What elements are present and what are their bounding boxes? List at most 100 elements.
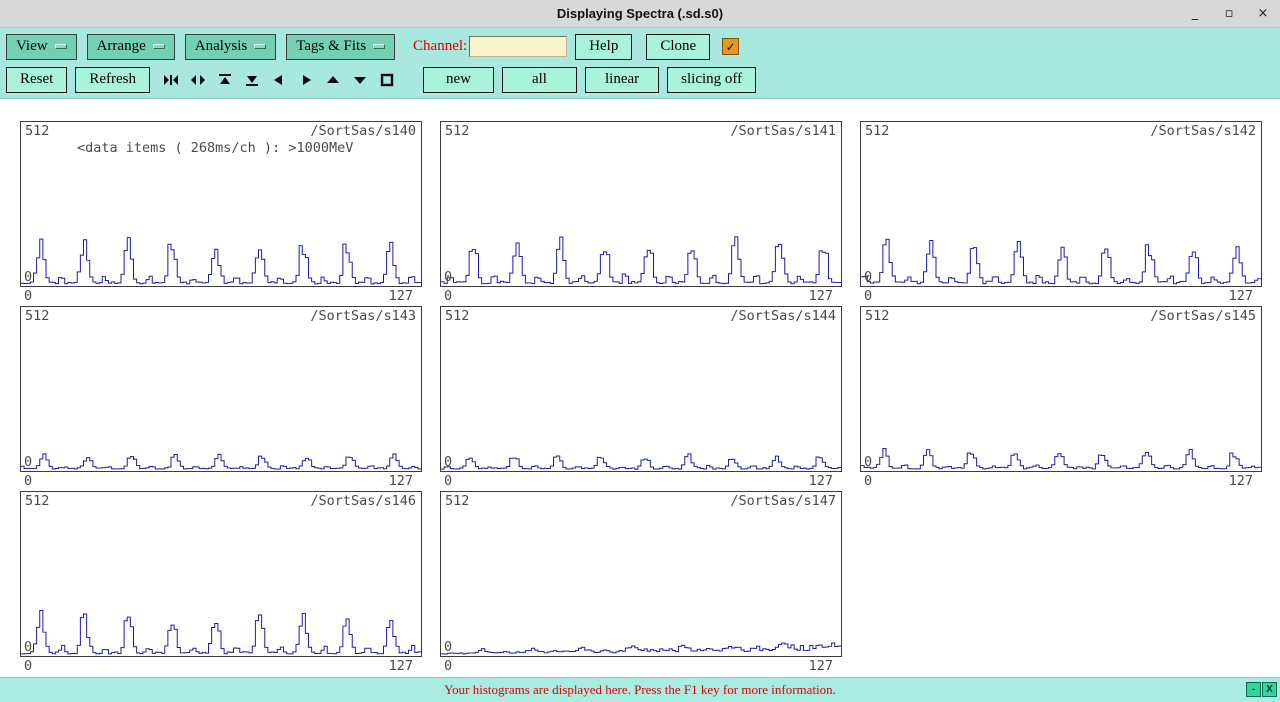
x-max-label: 127	[389, 288, 413, 304]
x-max-label: 127	[389, 658, 413, 674]
refresh-button[interactable]: Refresh	[75, 67, 150, 93]
expand-x-icon	[190, 72, 206, 88]
menu-view-label: View	[16, 38, 48, 55]
x-max-label: 127	[1229, 288, 1253, 304]
x-max-label: 127	[809, 288, 833, 304]
y-max-label: 512	[445, 123, 469, 139]
spectrum-cell-s143: 512 /SortSas/s143 0 0 127	[20, 306, 422, 491]
menu-indicator-icon	[55, 44, 67, 49]
pan-right-button[interactable]	[294, 69, 319, 91]
spectrum-name: /SortSas/s140	[310, 123, 416, 139]
histogram-s147	[441, 492, 841, 656]
menu-indicator-icon	[153, 44, 165, 49]
menu-arrange-label: Arrange	[97, 38, 146, 55]
x-axis-labels: 0 127	[20, 472, 422, 489]
window-title: Displaying Spectra (.sd.s0)	[0, 6, 1280, 21]
new-button[interactable]: new	[423, 67, 494, 93]
spectrum-cell-s140: 512 /SortSas/s140 <data items ( 268ms/ch…	[20, 121, 422, 306]
spectrum-name: /SortSas/s141	[730, 123, 836, 139]
menu-tags-fits[interactable]: Tags & Fits	[286, 34, 395, 60]
status-window-controls: - X	[1246, 682, 1277, 697]
minimize-button[interactable]: _	[1178, 0, 1212, 27]
spectrum-name: /SortSas/s145	[1150, 308, 1256, 324]
status-minimize-button[interactable]: -	[1246, 682, 1261, 697]
x-max-label: 127	[809, 658, 833, 674]
histogram-s146	[21, 492, 421, 656]
all-button[interactable]: all	[502, 67, 577, 93]
spectrum-name: /SortSas/s142	[1150, 123, 1256, 139]
y-max-label: 512	[25, 308, 49, 324]
y-zero-label: 0	[24, 454, 32, 470]
spectrum-name: /SortSas/s144	[730, 308, 836, 324]
x-min-label: 0	[864, 473, 872, 489]
y-max-label: 512	[25, 493, 49, 509]
reset-button[interactable]: Reset	[6, 67, 67, 93]
spectrum-cell-s147: 512 /SortSas/s147 0 0 127	[440, 491, 842, 676]
maximize-button[interactable]: ▫	[1212, 0, 1246, 27]
x-axis-labels: 0 127	[440, 287, 842, 304]
y-max-label: 512	[445, 493, 469, 509]
slicing-button[interactable]: slicing off	[667, 67, 756, 93]
menu-tags-fits-label: Tags & Fits	[296, 38, 366, 55]
linear-button[interactable]: linear	[585, 67, 659, 93]
menu-analysis[interactable]: Analysis	[185, 34, 277, 60]
spectrum-cell-s146: 512 /SortSas/s146 0 0 127	[20, 491, 422, 676]
compress-x-button[interactable]	[159, 69, 184, 91]
y-zero-label: 0	[444, 454, 452, 470]
pan-down-button[interactable]	[348, 69, 373, 91]
spectrum-panel-s147[interactable]: 512 /SortSas/s147 0	[440, 491, 842, 657]
x-axis-labels: 0 127	[440, 472, 842, 489]
help-button[interactable]: Help	[575, 34, 632, 60]
spectrum-panel-s144[interactable]: 512 /SortSas/s144 0	[440, 306, 842, 472]
spectrum-cell-s141: 512 /SortSas/s141 0 0 127	[440, 121, 842, 306]
spectrum-panel-s145[interactable]: 512 /SortSas/s145 0	[860, 306, 1262, 472]
menu-view[interactable]: View	[6, 34, 77, 60]
x-axis-labels: 0 127	[860, 287, 1262, 304]
y-max-label: 512	[445, 308, 469, 324]
clone-button[interactable]: Clone	[646, 34, 710, 60]
spectrum-cell-s145: 512 /SortSas/s145 0 0 127	[860, 306, 1262, 491]
menu-indicator-icon	[373, 44, 385, 49]
compress-x-icon	[163, 72, 179, 88]
y-max-label: 512	[865, 308, 889, 324]
spectrum-cell-s142: 512 /SortSas/s142 0 0 127	[860, 121, 1262, 306]
titlebar: Displaying Spectra (.sd.s0) _ ▫ ×	[0, 0, 1280, 28]
menu-analysis-label: Analysis	[195, 38, 248, 55]
histogram-s145	[861, 307, 1261, 471]
histogram-s141	[441, 122, 841, 286]
x-max-label: 127	[809, 473, 833, 489]
pan-left-icon	[271, 72, 287, 88]
spectrum-name: /SortSas/s143	[310, 308, 416, 324]
spectrum-panel-s142[interactable]: 512 /SortSas/s142 0	[860, 121, 1262, 287]
status-close-button[interactable]: X	[1262, 682, 1277, 697]
pan-left-button[interactable]	[267, 69, 292, 91]
spectrum-panel-s140[interactable]: 512 /SortSas/s140 <data items ( 268ms/ch…	[20, 121, 422, 287]
spectrum-panel-s141[interactable]: 512 /SortSas/s141 0	[440, 121, 842, 287]
full-range-button[interactable]	[375, 69, 400, 91]
x-max-label: 127	[1229, 473, 1253, 489]
scroll-bottom-icon	[244, 72, 260, 88]
y-zero-label: 0	[444, 639, 452, 655]
empty-cell	[860, 491, 1262, 676]
y-zero-label: 0	[24, 269, 32, 285]
y-zero-label: 0	[444, 269, 452, 285]
display-checkbox[interactable]: ✓	[722, 38, 739, 55]
spectrum-panel-s143[interactable]: 512 /SortSas/s143 0	[20, 306, 422, 472]
x-axis-labels: 0 127	[20, 657, 422, 674]
status-message: Your histograms are displayed here. Pres…	[444, 682, 836, 698]
close-button[interactable]: ×	[1246, 0, 1280, 27]
x-axis-labels: 0 127	[860, 472, 1262, 489]
menu-arrange[interactable]: Arrange	[87, 34, 175, 60]
x-axis-labels: 0 127	[20, 287, 422, 304]
spectrum-panel-s146[interactable]: 512 /SortSas/s146 0	[20, 491, 422, 657]
scroll-bottom-button[interactable]	[240, 69, 265, 91]
scroll-top-button[interactable]	[213, 69, 238, 91]
channel-input[interactable]	[469, 36, 567, 57]
expand-x-button[interactable]	[186, 69, 211, 91]
toolbar-row-2: Reset Refresh	[6, 64, 1274, 95]
x-min-label: 0	[24, 288, 32, 304]
check-icon: ✓	[726, 41, 736, 53]
channel-label: Channel:	[413, 38, 467, 55]
x-min-label: 0	[864, 288, 872, 304]
pan-up-button[interactable]	[321, 69, 346, 91]
